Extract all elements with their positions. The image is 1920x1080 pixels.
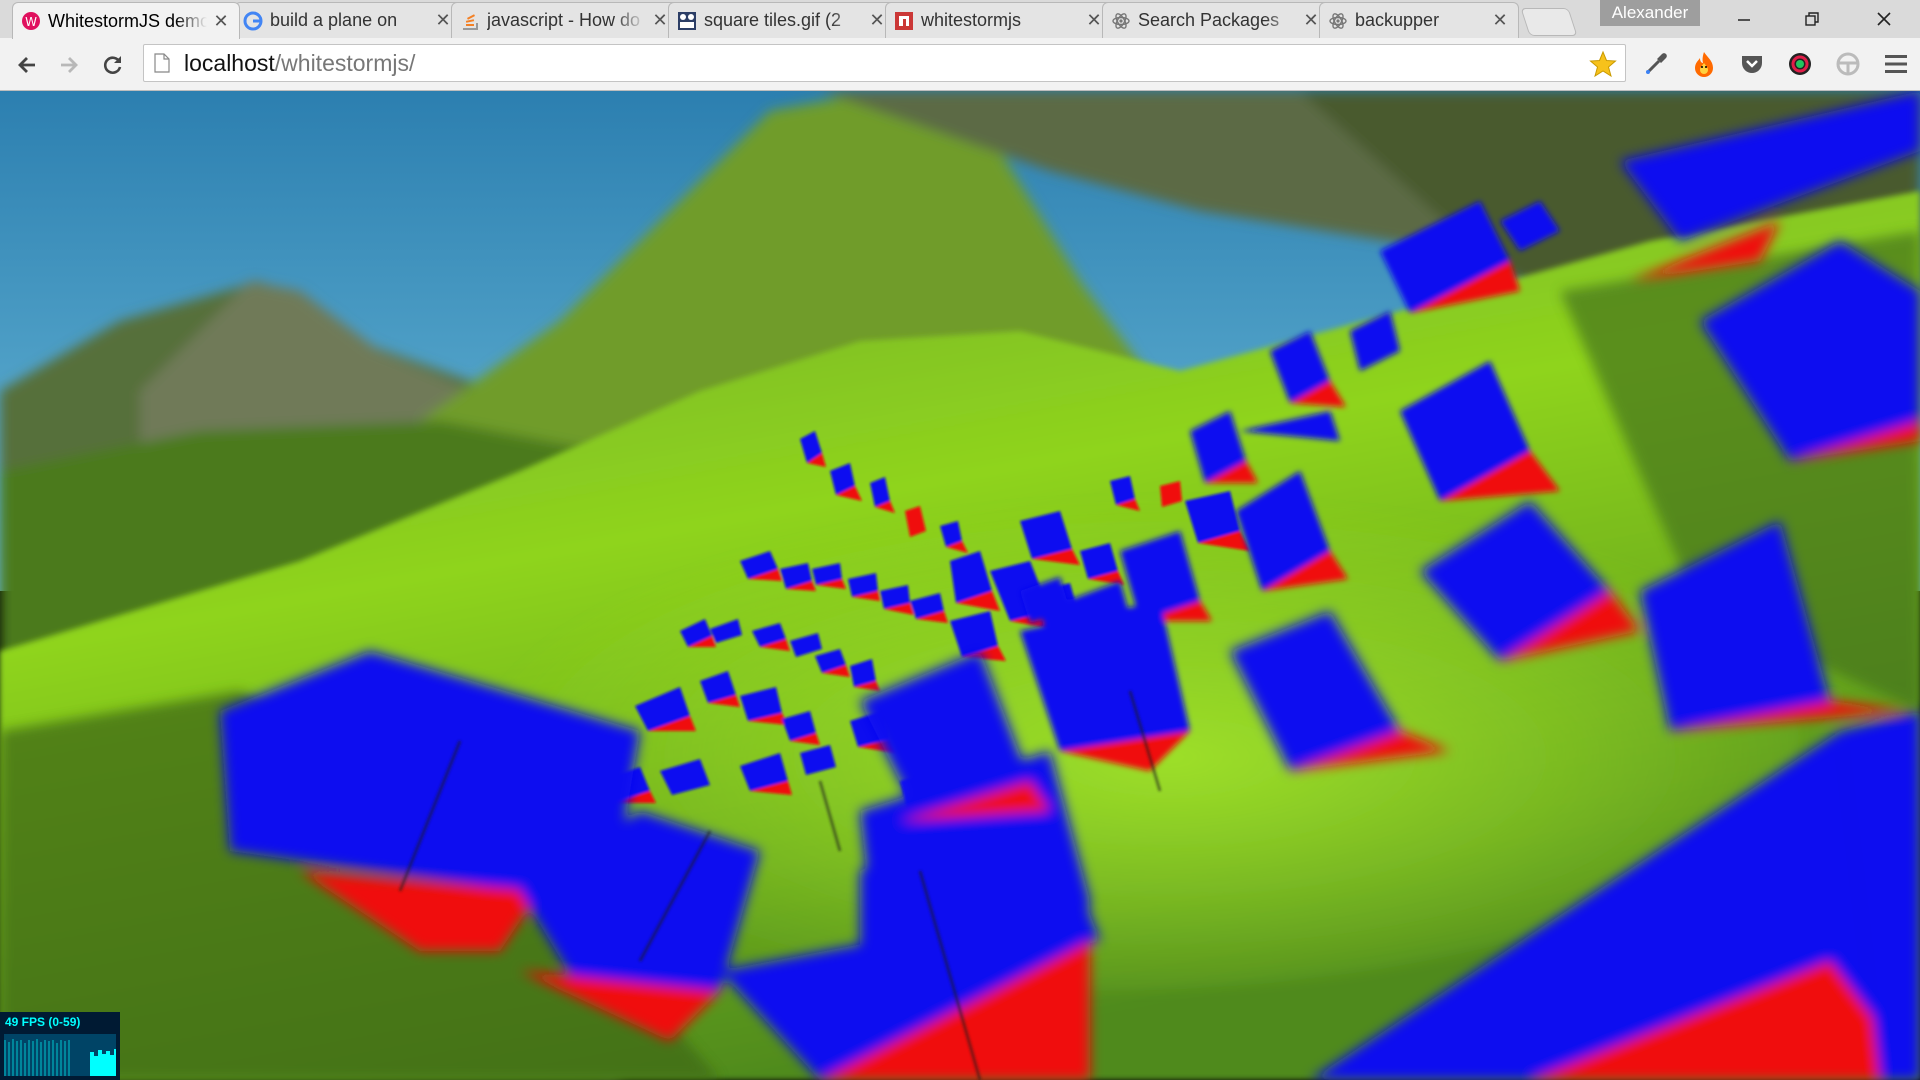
new-tab-button[interactable] [1520,8,1578,36]
fps-label: 49 FPS (0-59) [5,1015,81,1029]
page-icon [154,53,170,73]
url-path: /whitestormjs/ [274,49,416,76]
tab-whitestormjs-demo[interactable]: W WhitestormJS demo ✕ [12,2,240,39]
tab-google-search[interactable]: build a plane on ✕ [234,2,462,38]
tab-title: backupper [1355,10,1440,30]
back-icon[interactable] [9,48,45,82]
tab-title: Search Packages [1138,10,1280,30]
close-icon[interactable]: ✕ [1492,10,1508,31]
restore-icon[interactable] [1784,0,1840,38]
bookmark-star-icon[interactable] [1589,50,1617,83]
tab-title: square tiles.gif (2 [704,10,842,30]
tab-npm-whitestormjs[interactable]: whitestormjs ✕ [885,2,1113,38]
tab-title: javascript - How do [487,10,641,30]
fps-meter[interactable]: 49 FPS (0-59) [0,1012,120,1080]
forward-icon[interactable] [51,48,87,82]
minimize-icon[interactable] [1716,0,1772,38]
close-icon[interactable]: ✕ [435,10,451,31]
close-window-icon[interactable] [1856,0,1912,38]
close-icon[interactable]: ✕ [1303,10,1319,31]
google-icon [243,11,263,31]
steering-wheel-icon[interactable] [1832,48,1864,80]
tab-strip: W WhitestormJS demo ✕ build a plane on ✕… [0,0,1920,39]
flame-icon[interactable] [1688,48,1720,80]
color-wheel-icon[interactable] [1784,48,1816,80]
address-bar[interactable]: localhost/whitestormjs/ [143,44,1626,82]
fps-graph [4,1034,116,1076]
tab-stackoverflow[interactable]: javascript - How do ✕ [451,2,679,38]
svg-text:W: W [25,15,37,29]
webgl-canvas[interactable] [0,91,1920,1080]
npm-icon [894,11,914,31]
tab-title: whitestormjs [921,10,1022,30]
stackoverflow-icon [460,11,480,31]
pocket-icon[interactable] [1736,48,1768,80]
eyedropper-icon[interactable] [1640,48,1672,80]
tab-title: WhitestormJS demo [48,10,207,31]
close-icon[interactable]: ✕ [652,10,668,31]
browser-chrome: W WhitestormJS demo ✕ build a plane on ✕… [0,0,1920,91]
tab-backupper[interactable]: backupper ✕ [1319,2,1519,38]
tab-title: build a plane on [270,10,398,30]
atom-icon [1111,11,1131,31]
tab-search-packages[interactable]: Search Packages ✕ [1102,2,1330,38]
reload-icon[interactable] [95,48,131,82]
tab-square-tiles-gif[interactable]: square tiles.gif (2 ✕ [668,2,896,38]
image-icon [677,11,697,31]
close-icon[interactable]: ✕ [869,10,885,31]
url-host: localhost [184,49,275,76]
close-icon[interactable]: ✕ [1086,10,1102,31]
atom-icon [1328,11,1348,31]
profile-button[interactable]: Alexander [1600,0,1700,26]
close-icon[interactable]: ✕ [213,11,229,32]
menu-icon[interactable] [1880,48,1912,80]
whitestorm-icon: W [21,11,41,31]
